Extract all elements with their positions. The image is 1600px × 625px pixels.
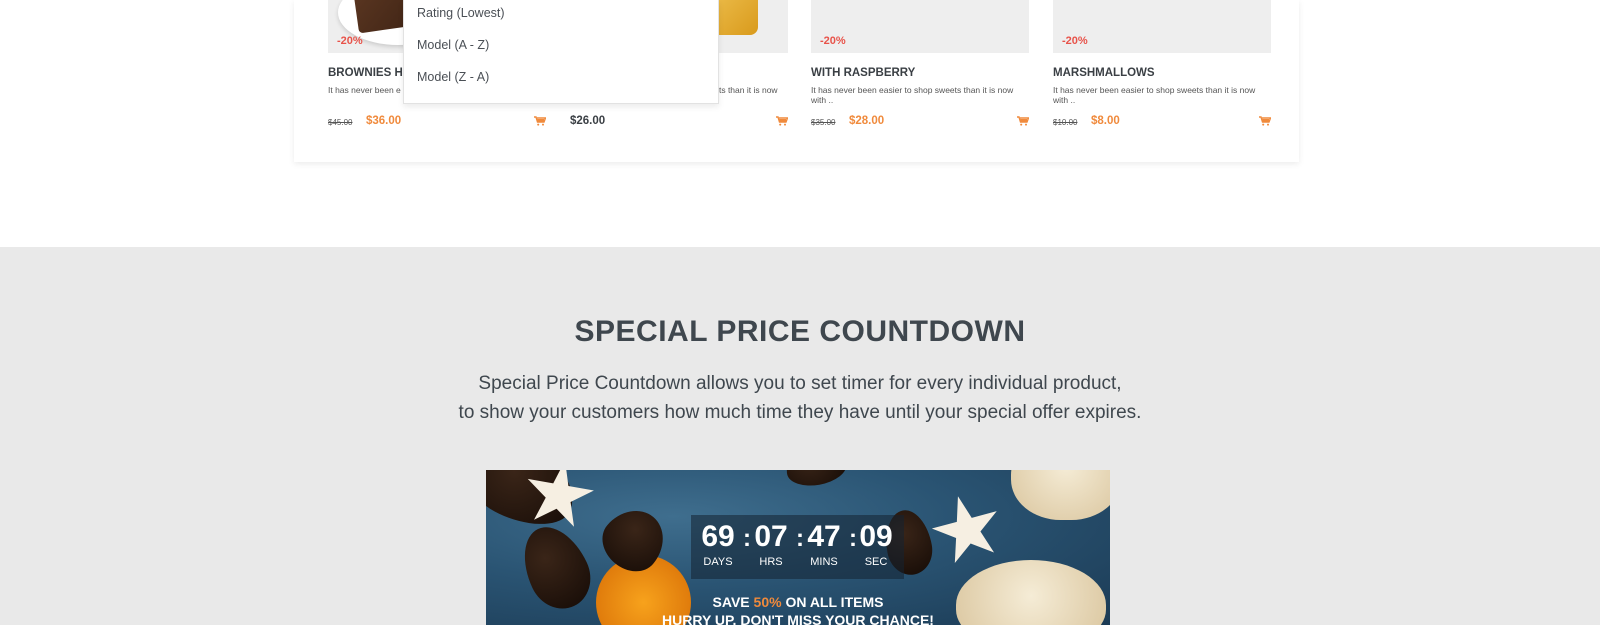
product-name[interactable]: BROWNIES H <box>328 67 403 79</box>
old-price: $35.00 <box>811 118 836 127</box>
cart-icon[interactable] <box>776 116 788 126</box>
product-description: sets than it is now <box>710 85 778 95</box>
cart-icon[interactable] <box>1259 116 1271 126</box>
sort-dropdown-menu: Rating (Lowest) Model (A - Z) Model (Z -… <box>403 0 719 104</box>
special-price-countdown-section: SPECIAL PRICE COUNTDOWN Special Price Co… <box>0 247 1600 625</box>
countdown-timer: 69 DAYS : 07 HRS : 47 MINS : 09 SEC <box>691 515 904 579</box>
sort-option-rating-lowest[interactable]: Rating (Lowest) <box>417 6 505 20</box>
timer-days: 69 DAYS <box>701 520 735 568</box>
sort-option-model-a-z[interactable]: Model (A - Z) <box>417 38 489 52</box>
section-subtitle-line1: Special Price Countdown allows you to se… <box>478 373 1122 394</box>
discount-badge: -20% <box>1062 35 1088 47</box>
discount-badge: -20% <box>337 35 363 47</box>
product-name[interactable]: MARSHMALLOWS <box>1053 67 1155 79</box>
cart-icon[interactable] <box>1017 116 1029 126</box>
product-price: $28.00 <box>849 115 885 127</box>
old-price: $45.00 <box>328 118 353 127</box>
product-price: $36.00 <box>366 115 402 127</box>
product-description: It has never been easier to shop sweets … <box>1053 85 1256 105</box>
timer-seconds: 09 SEC <box>859 520 893 568</box>
product-price: $8.00 <box>1091 115 1120 127</box>
product-strip: -20% BROWNIES H It has never been e with… <box>0 0 1600 247</box>
product-card[interactable]: -20% MARSHMALLOWS It has never been easi… <box>1053 0 1271 140</box>
product-card[interactable]: -20% WITH RASPBERRY It has never been ea… <box>811 0 1029 140</box>
countdown-banner[interactable]: 69 DAYS : 07 HRS : 47 MINS : 09 SEC SAVE… <box>486 470 1110 625</box>
section-subtitle-line2: to show your customers how much time the… <box>458 402 1142 423</box>
promo-percent: 50% <box>753 594 782 610</box>
discount-badge: -20% <box>820 35 846 47</box>
sort-option-model-z-a[interactable]: Model (Z - A) <box>417 70 489 84</box>
product-description: It has never been easier to shop sweets … <box>811 85 1014 105</box>
promo-urgency-line: HURRY UP, DON'T MISS YOUR CHANCE! <box>662 612 934 625</box>
old-price: $10.00 <box>1053 118 1078 127</box>
section-title: SPECIAL PRICE COUNTDOWN <box>574 315 1026 348</box>
timer-minutes: 47 MINS <box>807 520 841 568</box>
timer-hours: 07 HRS <box>754 520 788 568</box>
product-name[interactable]: WITH RASPBERRY <box>811 67 915 79</box>
promo-line: SAVE 50% ON ALL ITEMS <box>712 594 884 610</box>
product-price: $26.00 <box>570 115 606 127</box>
cart-icon[interactable] <box>534 116 546 126</box>
